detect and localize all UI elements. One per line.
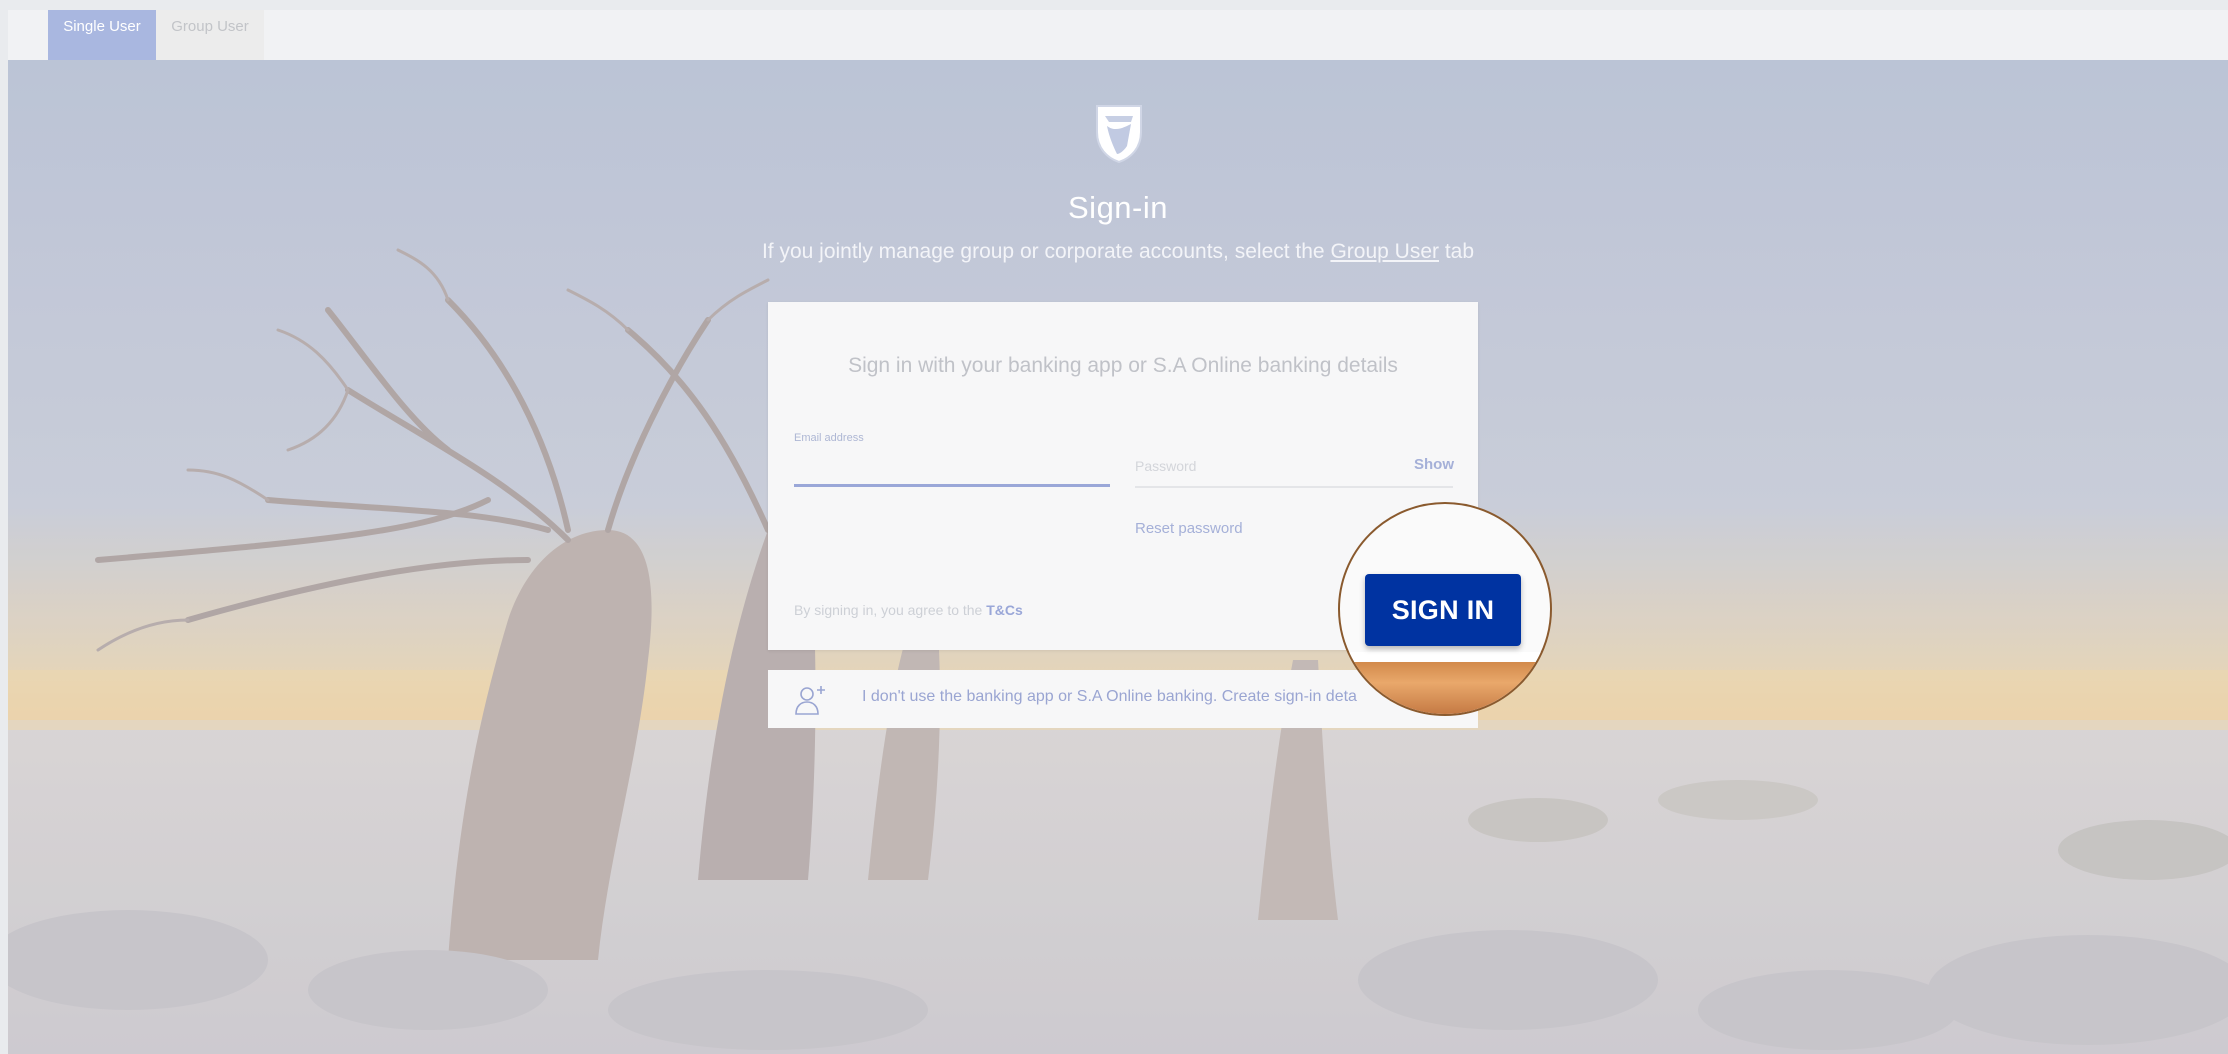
terms-link[interactable]: T&Cs — [986, 602, 1023, 618]
bank-logo-icon — [1096, 105, 1142, 164]
password-field-underline — [1135, 486, 1453, 488]
email-field[interactable] — [794, 484, 1110, 487]
magnifier-background — [1340, 662, 1550, 714]
show-password-button[interactable]: Show — [1414, 456, 1454, 473]
tab-group-user[interactable]: Group User — [156, 10, 264, 60]
subtitle-suffix: tab — [1439, 240, 1475, 263]
add-user-icon — [795, 686, 825, 715]
terms-text: By signing in, you agree to the T&Cs — [794, 602, 1023, 618]
card-heading: Sign in with your banking app or S.A Onl… — [848, 354, 1398, 377]
browser-page: Single User Group User Sign-in If you jo… — [8, 10, 2228, 1054]
tab-single-user[interactable]: Single User — [48, 10, 156, 60]
magnifier-card-edge — [1340, 652, 1550, 662]
terms-prefix: By signing in, you agree to the — [794, 602, 987, 618]
page-title: Sign-in — [1068, 190, 1168, 225]
reset-password-link[interactable]: Reset password — [1135, 520, 1243, 537]
create-signin-link[interactable]: I don't use the banking app or S.A Onlin… — [862, 688, 1357, 706]
user-type-tabs: Single User Group User — [8, 10, 2228, 61]
sign-in-button[interactable]: SIGN IN — [1365, 574, 1521, 646]
group-user-link[interactable]: Group User — [1330, 240, 1439, 263]
page-subtitle: If you jointly manage group or corporate… — [8, 240, 2228, 264]
subtitle-text: If you jointly manage group or corporate… — [761, 240, 1331, 263]
password-field[interactable]: Password — [1135, 458, 1196, 474]
email-field-label: Email address — [794, 432, 864, 444]
